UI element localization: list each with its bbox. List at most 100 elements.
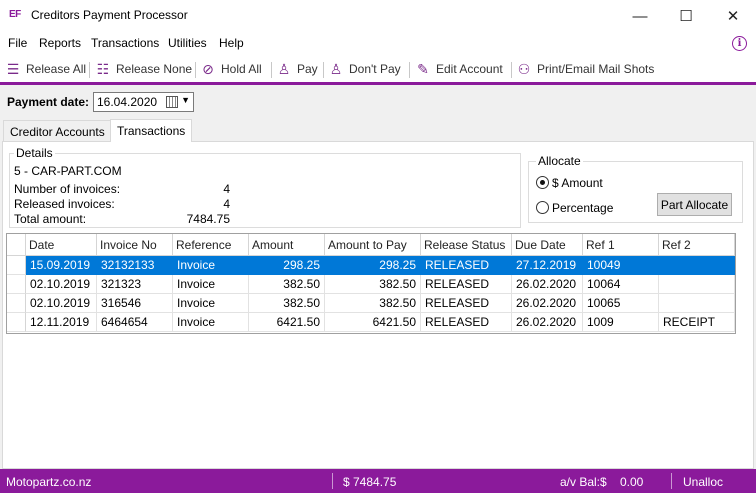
cell-ref2[interactable] bbox=[659, 256, 735, 275]
column-header-amount-to-pay[interactable]: Amount to Pay bbox=[325, 234, 421, 256]
menu-file[interactable]: File bbox=[8, 36, 27, 50]
available-balance-label: a/v Bal:$ bbox=[560, 475, 607, 489]
hold-all-button[interactable]: ⊘ Hold All bbox=[199, 60, 262, 78]
cell-ref1[interactable]: 10049 bbox=[583, 256, 659, 275]
cell-date[interactable]: 15.09.2019 bbox=[26, 256, 97, 275]
row-header[interactable] bbox=[7, 313, 26, 332]
toolbar-separator bbox=[323, 62, 324, 78]
amount-radio-label[interactable]: $ Amount bbox=[552, 176, 603, 190]
minimize-button[interactable]: — bbox=[617, 0, 663, 32]
cell-due-date[interactable]: 27.12.2019 bbox=[512, 256, 583, 275]
cell-ref2[interactable] bbox=[659, 294, 735, 313]
edit-account-button[interactable]: ✎ Edit Account bbox=[414, 60, 503, 78]
title-bar: EF Creditors Payment Processor — ☐ ✕ bbox=[0, 0, 756, 32]
cell-date[interactable]: 12.11.2019 bbox=[26, 313, 97, 332]
calendar-icon[interactable] bbox=[166, 96, 178, 108]
cell-ref1[interactable]: 10064 bbox=[583, 275, 659, 294]
row-header[interactable] bbox=[7, 256, 26, 275]
cell-ref1[interactable]: 1009 bbox=[583, 313, 659, 332]
print-email-button[interactable]: ⚇ Print/Email Mail Shots bbox=[515, 60, 655, 78]
cell-ref2[interactable]: RECEIPT bbox=[659, 313, 735, 332]
check-list-icon: ☰ bbox=[6, 60, 20, 77]
dont-pay-label: Don't Pay bbox=[349, 62, 401, 76]
cell-amount[interactable]: 6421.50 bbox=[249, 313, 325, 332]
status-total: $ 7484.75 bbox=[343, 475, 397, 489]
cell-amount[interactable]: 382.50 bbox=[249, 275, 325, 294]
dont-pay-button[interactable]: ♙ Don't Pay bbox=[327, 60, 401, 78]
cell-invoice-no[interactable]: 6464654 bbox=[97, 313, 173, 332]
cell-ref1[interactable]: 10065 bbox=[583, 294, 659, 313]
release-all-label: Release All bbox=[26, 62, 87, 76]
part-allocate-button[interactable]: Part Allocate bbox=[657, 193, 732, 216]
release-none-label: Release None bbox=[116, 62, 193, 76]
release-none-button[interactable]: ☷ Release None bbox=[94, 60, 192, 78]
table-row[interactable]: 15.09.2019 32132133 Invoice 298.25 298.25 REL… bbox=[7, 256, 735, 275]
maximize-button[interactable]: ☐ bbox=[663, 0, 709, 32]
toolbar-separator bbox=[195, 62, 196, 78]
column-header-date[interactable]: Date bbox=[26, 234, 97, 256]
cell-reference[interactable]: Invoice bbox=[173, 256, 249, 275]
cell-amount-to-pay[interactable]: 6421.50 bbox=[325, 313, 421, 332]
row-header[interactable] bbox=[7, 275, 26, 294]
pay-button[interactable]: ♙ Pay bbox=[275, 60, 318, 78]
info-icon[interactable]: i bbox=[732, 36, 747, 51]
available-balance-value: 0.00 bbox=[620, 475, 644, 489]
status-separator bbox=[332, 473, 333, 489]
transactions-grid[interactable]: Date Invoice No Reference Amount Amount … bbox=[6, 233, 736, 334]
menu-transactions[interactable]: Transactions bbox=[91, 36, 159, 50]
cell-due-date[interactable]: 26.02.2020 bbox=[512, 275, 583, 294]
menu-help[interactable]: Help bbox=[219, 36, 244, 50]
cell-release-status[interactable]: RELEASED bbox=[421, 275, 512, 294]
cell-amount-to-pay[interactable]: 382.50 bbox=[325, 275, 421, 294]
payment-date-label: Payment date: bbox=[7, 95, 90, 109]
close-button[interactable]: ✕ bbox=[710, 0, 756, 32]
column-header-ref2[interactable]: Ref 2 bbox=[659, 234, 735, 256]
pencil-icon: ✎ bbox=[417, 60, 429, 77]
cell-release-status[interactable]: RELEASED bbox=[421, 294, 512, 313]
cell-date[interactable]: 02.10.2019 bbox=[26, 275, 97, 294]
table-row[interactable]: 02.10.2019 316546 Invoice 382.50 382.50 RELEA… bbox=[7, 294, 735, 313]
column-header-invoice-no[interactable]: Invoice No bbox=[97, 234, 173, 256]
person-minus-icon: ♙ bbox=[329, 60, 343, 77]
cell-amount[interactable]: 382.50 bbox=[249, 294, 325, 313]
cell-reference[interactable]: Invoice bbox=[173, 313, 249, 332]
pay-label: Pay bbox=[297, 62, 318, 76]
row-header[interactable] bbox=[7, 294, 26, 313]
table-row[interactable]: 02.10.2019 321323 Invoice 382.50 382.50 RELEA… bbox=[7, 275, 735, 294]
toolbar: ☰ Release All ☷ Release None ⊘ Hold All … bbox=[0, 56, 756, 82]
column-header-amount[interactable]: Amount bbox=[249, 234, 325, 256]
column-header-release-status[interactable]: Release Status bbox=[421, 234, 512, 256]
tab-creditor-accounts[interactable]: Creditor Accounts bbox=[3, 120, 112, 142]
table-row[interactable]: 12.11.2019 6464654 Invoice 6421.50 6421.50 RE… bbox=[7, 313, 735, 332]
amount-radio[interactable] bbox=[536, 176, 549, 189]
print-email-label: Print/Email Mail Shots bbox=[537, 62, 655, 76]
cell-invoice-no[interactable]: 32132133 bbox=[97, 256, 173, 275]
cell-invoice-no[interactable]: 316546 bbox=[97, 294, 173, 313]
cell-due-date[interactable]: 26.02.2020 bbox=[512, 294, 583, 313]
cell-ref2[interactable] bbox=[659, 275, 735, 294]
payment-date-picker[interactable]: 16.04.2020 ▼ bbox=[93, 92, 194, 112]
release-all-button[interactable]: ☰ Release All bbox=[4, 60, 86, 78]
column-header-ref1[interactable]: Ref 1 bbox=[583, 234, 659, 256]
cell-invoice-no[interactable]: 321323 bbox=[97, 275, 173, 294]
app-logo-icon: EF bbox=[9, 9, 21, 20]
cell-amount-to-pay[interactable]: 382.50 bbox=[325, 294, 421, 313]
total-amount-label: Total amount: bbox=[14, 212, 87, 226]
toolbar-separator bbox=[271, 62, 272, 78]
cell-release-status[interactable]: RELEASED bbox=[421, 313, 512, 332]
tab-transactions[interactable]: Transactions bbox=[110, 119, 193, 142]
cell-reference[interactable]: Invoice bbox=[173, 275, 249, 294]
cell-amount-to-pay[interactable]: 298.25 bbox=[325, 256, 421, 275]
chevron-down-icon[interactable]: ▼ bbox=[181, 95, 190, 105]
column-header-reference[interactable]: Reference bbox=[173, 234, 249, 256]
cell-due-date[interactable]: 26.02.2020 bbox=[512, 313, 583, 332]
column-header-due-date[interactable]: Due Date bbox=[512, 234, 583, 256]
percentage-radio[interactable] bbox=[536, 201, 549, 214]
cell-amount[interactable]: 298.25 bbox=[249, 256, 325, 275]
cell-date[interactable]: 02.10.2019 bbox=[26, 294, 97, 313]
cell-release-status[interactable]: RELEASED bbox=[421, 256, 512, 275]
percentage-radio-label[interactable]: Percentage bbox=[552, 201, 613, 215]
cell-reference[interactable]: Invoice bbox=[173, 294, 249, 313]
menu-utilities[interactable]: Utilities bbox=[168, 36, 207, 50]
menu-reports[interactable]: Reports bbox=[39, 36, 81, 50]
